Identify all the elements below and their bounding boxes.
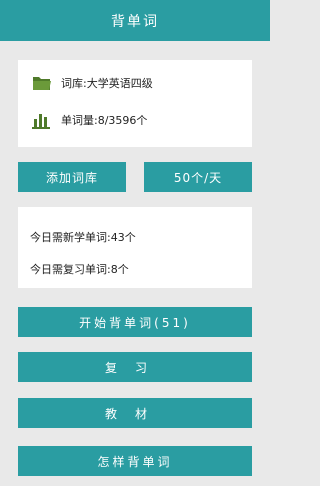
today-summary-card: 今日需新学单词:43个 今日需复习单词:8个: [18, 207, 252, 288]
add-library-button[interactable]: 添加词库: [18, 162, 126, 192]
add-library-label: 添加词库: [45, 170, 98, 185]
review-label: 复习: [104, 360, 165, 375]
folder-icon: [32, 74, 52, 92]
daily-rate-label: 50个/天: [173, 170, 223, 185]
how-to-button[interactable]: 怎样背单词: [18, 446, 252, 476]
how-to-label: 怎样背单词: [97, 454, 173, 469]
bar-chart-icon: [32, 111, 52, 129]
word-count: 单词量:8/3596个: [61, 114, 148, 127]
start-study-label: 开始背单词(51): [79, 315, 191, 330]
material-label: 教材: [104, 406, 165, 421]
start-study-button[interactable]: 开始背单词(51): [18, 307, 252, 337]
library-card: 词库:大学英语四级 单词量:8/3596个: [18, 60, 252, 147]
review-button[interactable]: 复习: [18, 352, 252, 382]
today-review-words: 今日需复习单词:8个: [30, 263, 129, 276]
library-name: 词库:大学英语四级: [61, 77, 153, 90]
daily-rate-button[interactable]: 50个/天: [144, 162, 252, 192]
material-button[interactable]: 教材: [18, 398, 252, 428]
title-bar: 背单词: [0, 0, 270, 41]
library-name-row: 词库:大学英语四级: [32, 74, 153, 92]
page-title: 背单词: [111, 13, 159, 30]
today-new-words: 今日需新学单词:43个: [30, 231, 136, 244]
word-count-row: 单词量:8/3596个: [32, 111, 147, 129]
